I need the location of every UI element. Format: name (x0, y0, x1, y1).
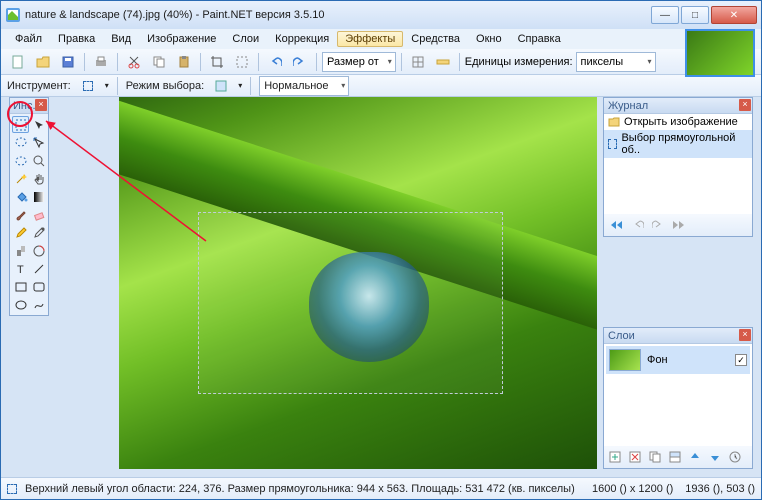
maximize-button[interactable]: □ (681, 6, 709, 24)
tool-brush[interactable] (12, 206, 29, 223)
mode-replace-icon[interactable] (210, 75, 232, 97)
toolbar-main: Размер от Единицы измерения: пикселы (1, 49, 761, 75)
print-button[interactable] (90, 51, 112, 73)
rewind-icon[interactable] (610, 219, 624, 231)
close-icon[interactable]: × (739, 329, 751, 341)
add-layer-icon[interactable] (608, 450, 622, 464)
selection-marquee[interactable] (198, 212, 503, 394)
statusbar: Верхний левый угол области: 224, 376. Ра… (1, 477, 761, 499)
minimize-button[interactable]: — (651, 6, 679, 24)
layer-label: Фон (647, 354, 668, 366)
navigator-thumbnail[interactable] (685, 29, 755, 77)
forward-icon[interactable] (672, 219, 686, 231)
tool-text[interactable]: T (12, 260, 29, 277)
menu-image[interactable]: Изображение (139, 31, 224, 47)
layer-visible-checkbox[interactable]: ✓ (735, 354, 747, 366)
menu-help[interactable]: Справка (510, 31, 569, 47)
tool-zoom[interactable] (30, 152, 47, 169)
instrument-label: Инструмент: (7, 80, 71, 92)
tools-panel-header[interactable]: Инс...× (10, 98, 48, 114)
units-combo[interactable]: пикселы (576, 52, 656, 72)
tool-pan[interactable] (30, 170, 47, 187)
tool-move-sel[interactable] (30, 134, 47, 151)
crop-button[interactable] (206, 51, 228, 73)
tool-gradient[interactable] (30, 188, 47, 205)
app-icon (5, 7, 21, 23)
tool-clone[interactable] (12, 242, 29, 259)
size-combo[interactable]: Размер от (322, 52, 396, 72)
menu-layers[interactable]: Слои (224, 31, 267, 47)
tool-ellipse-sel[interactable] (12, 152, 29, 169)
units-label: Единицы измерения: (465, 56, 573, 68)
current-tool-button[interactable] (77, 75, 99, 97)
tool-pencil[interactable] (12, 224, 29, 241)
layer-row[interactable]: Фон ✓ (606, 346, 750, 374)
menu-window[interactable]: Окно (468, 31, 510, 47)
tool-recolor[interactable] (30, 242, 47, 259)
menu-file[interactable]: Файл (7, 31, 50, 47)
titlebar[interactable]: nature & landscape (74).jpg (40%) - Pain… (1, 1, 761, 29)
layers-panel[interactable]: Слои× Фон ✓ (603, 327, 753, 469)
tools-panel[interactable]: Инс...× T (9, 97, 49, 316)
status-text: Верхний левый угол области: 224, 376. Ра… (25, 483, 575, 495)
close-button[interactable]: ✕ (711, 6, 757, 24)
paste-button[interactable] (173, 51, 195, 73)
tool-magic-wand[interactable] (12, 170, 29, 187)
grid-button[interactable] (407, 51, 429, 73)
undo-button[interactable] (264, 51, 286, 73)
rect-select-icon (608, 139, 617, 149)
tool-move[interactable] (30, 116, 47, 133)
tool-rrect[interactable] (30, 278, 47, 295)
app-window: nature & landscape (74).jpg (40%) - Pain… (0, 0, 762, 500)
duplicate-layer-icon[interactable] (648, 450, 662, 464)
new-button[interactable] (7, 51, 29, 73)
move-up-icon[interactable] (688, 450, 702, 464)
move-down-icon[interactable] (708, 450, 722, 464)
menu-correction[interactable]: Коррекция (267, 31, 337, 47)
status-imgsize: 1600 () x 1200 () (592, 483, 673, 495)
open-icon (608, 116, 620, 128)
tool-eraser[interactable] (30, 206, 47, 223)
redo-icon[interactable] (652, 219, 664, 231)
mode-combo[interactable]: Нормальное (259, 76, 349, 96)
history-panel[interactable]: Журнал× Открыть изображение Выбор прямоу… (603, 97, 753, 237)
mode-label: Режим выбора: (126, 80, 204, 92)
tool-lasso[interactable] (12, 134, 29, 151)
menu-effects[interactable]: Эффекты (337, 31, 403, 47)
cut-button[interactable] (123, 51, 145, 73)
status-cursor: 1936 (), 503 () (685, 483, 755, 495)
deselect-button[interactable] (231, 51, 253, 73)
undo-icon[interactable] (632, 219, 644, 231)
properties-icon[interactable] (728, 450, 742, 464)
selection-icon (7, 484, 17, 494)
tool-picker[interactable] (30, 224, 47, 241)
layer-thumbnail (609, 349, 641, 371)
history-item[interactable]: Открыть изображение (604, 114, 752, 130)
tool-ellipse[interactable] (12, 296, 29, 313)
history-panel-header[interactable]: Журнал× (604, 98, 752, 114)
tool-freeform[interactable] (30, 296, 47, 313)
svg-text:T: T (17, 264, 24, 276)
menu-tools[interactable]: Средства (403, 31, 468, 47)
close-icon[interactable]: × (35, 99, 47, 111)
toolbar-secondary: Инструмент: ▾ Режим выбора: ▾ Нормальное (1, 75, 761, 97)
tool-rect-select[interactable] (12, 116, 29, 133)
merge-down-icon[interactable] (668, 450, 682, 464)
redo-button[interactable] (289, 51, 311, 73)
menubar: Файл Правка Вид Изображение Слои Коррекц… (1, 29, 761, 49)
ruler-button[interactable] (432, 51, 454, 73)
copy-button[interactable] (148, 51, 170, 73)
history-item[interactable]: Выбор прямоугольной об.. (604, 130, 752, 158)
menu-edit[interactable]: Правка (50, 31, 103, 47)
layers-panel-header[interactable]: Слои× (604, 328, 752, 344)
menu-view[interactable]: Вид (103, 31, 139, 47)
delete-layer-icon[interactable] (628, 450, 642, 464)
close-icon[interactable]: × (739, 99, 751, 111)
tool-rect[interactable] (12, 278, 29, 295)
tool-bucket[interactable] (12, 188, 29, 205)
open-button[interactable] (32, 51, 54, 73)
save-button[interactable] (57, 51, 79, 73)
tool-line[interactable] (30, 260, 47, 277)
window-title: nature & landscape (74).jpg (40%) - Pain… (25, 9, 649, 21)
